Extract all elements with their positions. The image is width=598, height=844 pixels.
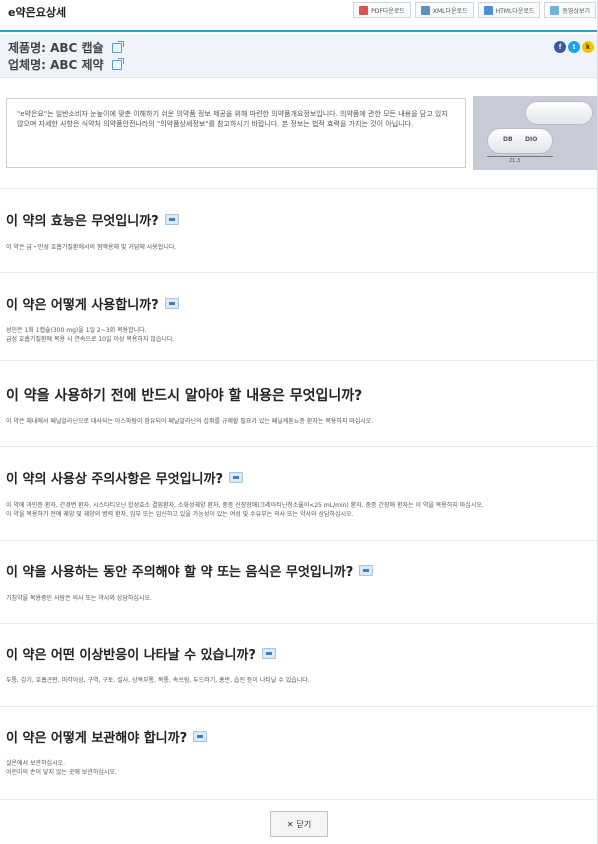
pill-image: DB DIO 21.3 (473, 96, 597, 170)
body-line: 성인은 1회 1캡슐(300 mg)을 1일 2~3회 복용합니다. (6, 327, 147, 334)
pdf-download-button[interactable]: PDF다운로드 (353, 2, 411, 18)
html-download-button[interactable]: HTML다운로드 (477, 2, 541, 18)
product-name: 제품명: ABC 캡슐 (8, 41, 104, 55)
body-line: 두통, 감기, 호흡곤란, 미각이상, 구역, 구토, 설사, 상복부통, 복통… (6, 677, 310, 684)
pill-mark-left: DB (503, 136, 513, 143)
capsule-shape (525, 101, 593, 125)
video-view-label: 동영상보기 (562, 7, 590, 15)
pdf-icon (359, 5, 369, 15)
video-view-button[interactable]: 동영상보기 (544, 2, 596, 18)
body-line: 어린이의 손이 닿지 않는 곳에 보관하십시오. (6, 769, 117, 776)
divider (0, 272, 598, 273)
html-download-label: HTML다운로드 (495, 7, 535, 15)
body-line: 이 약을 복용하기 전에 궤양 및 궤양의 병력 환자, 임부 또는 임신하고 … (6, 511, 354, 518)
section-title: 이 약을 사용하는 동안 주의해야 할 약 또는 음식은 무엇입니까? (6, 561, 374, 580)
body-line: 이 약은 체내에서 페닐알라닌으로 대사되는 아스파탐이 함유되어 페닐알라닌의… (6, 418, 374, 425)
video-icon (550, 5, 560, 15)
capsule-shape (487, 128, 553, 154)
divider (0, 446, 598, 447)
kakaostory-icon[interactable]: k (582, 41, 594, 53)
body-line: 급성 호흡기질환에 복용 시 연속으로 10일 이상 복용하지 않습니다. (6, 336, 175, 343)
external-link-icon[interactable] (111, 40, 124, 53)
section-title: 이 약은 어떻게 보관해야 합니까? (6, 727, 208, 746)
section-title-text: 이 약은 어떻게 보관해야 합니까? (6, 731, 188, 746)
company-name-row: 업체명: ABC 제약 (8, 56, 124, 73)
tts-audio-icon[interactable] (164, 298, 179, 309)
section-body: 기침약을 복용중인 사람은 의사 또는 약사와 상담하십시오. (6, 594, 152, 603)
pill-dimension: 21.3 (509, 158, 521, 164)
section-title-text: 이 약은 어떤 이상반응이 나타날 수 있습니까? (6, 648, 256, 663)
tts-audio-icon[interactable] (261, 648, 276, 659)
body-line: 이 약에 과민증 환자, 간경변 환자, 시스타티오닌 합성효소 결핍환자, 소… (6, 502, 484, 509)
download-toolbar: PDF다운로드 XML다운로드 HTML다운로드 동영상보기 (353, 2, 596, 18)
section-body: 두통, 감기, 호흡곤란, 미각이상, 구역, 구토, 설사, 상복부통, 복통… (6, 676, 310, 685)
divider (0, 706, 598, 707)
divider (0, 799, 598, 800)
html-icon (483, 5, 493, 15)
dimension-rule (487, 156, 553, 157)
company-name: 업체명: ABC 제약 (8, 58, 104, 72)
divider (0, 188, 598, 189)
section-title: 이 약은 어떤 이상반응이 나타날 수 있습니까? (6, 644, 276, 663)
section-title: 이 약의 사용상 주의사항은 무엇입니까? (6, 468, 244, 487)
section-title-text: 이 약은 어떻게 사용합니까? (6, 298, 159, 313)
xml-download-button[interactable]: XML다운로드 (414, 2, 474, 18)
section-title-text: 이 약의 효능은 무엇입니까? (6, 214, 159, 229)
section-title: 이 약의 효능은 무엇입니까? (6, 210, 179, 229)
divider (0, 540, 598, 541)
body-line: 실온에서 보관하십시오. (6, 760, 66, 767)
close-label: 닫기 (296, 819, 312, 829)
product-header: 제품명: ABC 캡슐 업체명: ABC 제약 f t k (0, 34, 598, 78)
top-bar: e약은요상세 PDF다운로드 XML다운로드 HTML다운로드 동영상보기 (0, 0, 598, 32)
section-body: 이 약에 과민증 환자, 간경변 환자, 시스타티오닌 합성효소 결핍환자, 소… (6, 501, 484, 519)
body-line: 이 약은 급・만성 호흡기질환에서의 점액용해 및 거담에 사용합니다. (6, 244, 177, 251)
section-title: 이 약을 사용하기 전에 반드시 알아야 할 내용은 무엇입니까? (6, 385, 362, 405)
info-notice: "e약은요"는 일반소비자 눈높이에 맞춘 이해하기 쉬운 의약품 정보 제공을… (6, 98, 466, 168)
divider (0, 623, 598, 624)
facebook-icon[interactable]: f (554, 41, 566, 53)
pill-mark-right: DIO (525, 136, 538, 143)
divider (0, 360, 598, 361)
section-title-text: 이 약의 사용상 주의사항은 무엇입니까? (6, 472, 224, 487)
xml-icon (420, 5, 430, 15)
tts-audio-icon[interactable] (359, 565, 374, 576)
tts-audio-icon[interactable] (164, 214, 179, 225)
pdf-download-label: PDF다운로드 (371, 7, 405, 15)
section-title-text: 이 약을 사용하기 전에 반드시 알아야 할 내용은 무엇입니까? (6, 388, 363, 404)
app-title: e약은요상세 (8, 6, 67, 19)
tts-audio-icon[interactable] (229, 472, 244, 483)
section-title: 이 약은 어떻게 사용합니까? (6, 294, 179, 313)
social-share: f t k (554, 41, 594, 53)
product-name-row: 제품명: ABC 캡슐 (8, 39, 124, 56)
section-body: 성인은 1회 1캡슐(300 mg)을 1일 2~3회 복용합니다. 급성 호흡… (6, 326, 174, 344)
tts-audio-icon[interactable] (193, 731, 208, 742)
section-body: 이 약은 급・만성 호흡기질환에서의 점액용해 및 거담에 사용합니다. (6, 243, 176, 252)
section-title-text: 이 약을 사용하는 동안 주의해야 할 약 또는 음식은 무엇입니까? (6, 565, 354, 580)
close-button[interactable]: ✕ 닫기 (270, 811, 328, 837)
close-icon: ✕ (286, 819, 294, 829)
xml-download-label: XML다운로드 (432, 7, 468, 15)
twitter-icon[interactable]: t (568, 41, 580, 53)
section-body: 실온에서 보관하십시오. 어린이의 손이 닿지 않는 곳에 보관하십시오. (6, 759, 117, 777)
section-body: 이 약은 체내에서 페닐알라닌으로 대사되는 아스파탐이 함유되어 페닐알라닌의… (6, 417, 373, 426)
body-line: 기침약을 복용중인 사람은 의사 또는 약사와 상담하십시오. (6, 595, 152, 602)
external-link-icon[interactable] (111, 57, 124, 70)
